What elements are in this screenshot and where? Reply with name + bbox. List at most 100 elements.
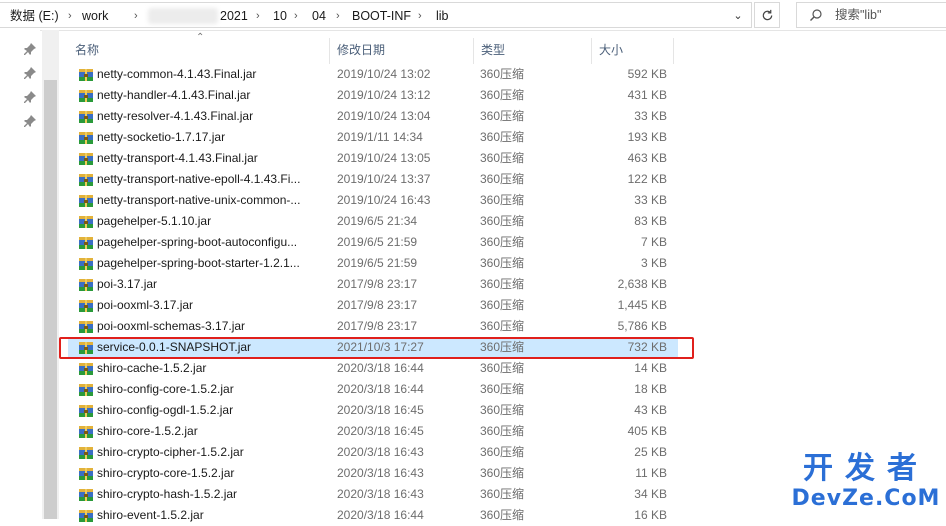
- file-size: 122 KB: [627, 172, 667, 186]
- search-input[interactable]: 搜索"lib": [796, 2, 946, 28]
- archive-file-icon: [79, 111, 93, 123]
- file-row[interactable]: netty-resolver-4.1.43.Final.jar 2019/10/2…: [68, 106, 678, 127]
- file-size: 43 KB: [634, 403, 667, 417]
- file-row[interactable]: service-0.0.1-SNAPSHOT.jar 2021/10/3 17:2…: [68, 337, 678, 358]
- navigation-pane: [0, 30, 40, 519]
- file-row[interactable]: shiro-config-core-1.5.2.jar 2020/3/18 16:…: [68, 379, 678, 400]
- file-date: 2019/6/5 21:59: [337, 235, 418, 249]
- file-row[interactable]: shiro-crypto-core-1.5.2.jar 2020/3/18 16:…: [68, 463, 678, 484]
- file-type: 360压缩: [480, 508, 525, 522]
- file-row[interactable]: netty-transport-native-epoll-4.1.43.Fi..…: [68, 169, 678, 190]
- file-row[interactable]: poi-ooxml-3.17.jar 2017/9/8 23:17 360压缩 1,4…: [68, 295, 678, 316]
- file-size: 11 KB: [635, 466, 667, 480]
- file-row[interactable]: shiro-core-1.5.2.jar 2020/3/18 16:45 360压缩…: [68, 421, 678, 442]
- file-type: 360压缩: [480, 214, 525, 228]
- file-row[interactable]: shiro-cache-1.5.2.jar 2020/3/18 16:44 360压…: [68, 358, 678, 379]
- crumb-separator[interactable]: ›: [256, 3, 260, 29]
- file-row[interactable]: poi-ooxml-schemas-3.17.jar 2017/9/8 23:17…: [68, 316, 678, 337]
- crumb-drive[interactable]: 数据 (E:): [10, 3, 59, 29]
- file-size: 34 KB: [634, 487, 667, 501]
- file-date: 2017/9/8 23:17: [337, 277, 418, 291]
- scrollbar-thumb[interactable]: [44, 80, 57, 519]
- file-name: netty-handler-4.1.43.Final.jar: [97, 88, 251, 102]
- file-name: netty-common-4.1.43.Final.jar: [97, 67, 257, 81]
- column-header-type[interactable]: 类型: [474, 38, 592, 64]
- file-row[interactable]: poi-3.17.jar 2017/9/8 23:17 360压缩 2,638 KB: [68, 274, 678, 295]
- crumb-work[interactable]: work: [82, 3, 108, 29]
- file-size: 7 KB: [640, 235, 667, 249]
- file-row[interactable]: shiro-crypto-cipher-1.5.2.jar 2020/3/18 1…: [68, 442, 678, 463]
- file-date: 2019/6/5 21:34: [337, 214, 418, 228]
- file-row[interactable]: netty-socketio-1.7.17.jar 2019/1/11 14:34…: [68, 127, 678, 148]
- crumb-separator[interactable]: ›: [68, 3, 72, 29]
- file-type: 360压缩: [480, 193, 525, 207]
- file-name: netty-resolver-4.1.43.Final.jar: [97, 109, 254, 123]
- file-name: shiro-core-1.5.2.jar: [97, 424, 198, 438]
- file-row[interactable]: pagehelper-spring-boot-starter-1.2.1... 2…: [68, 253, 678, 274]
- file-date: 2019/1/11 14:34: [337, 130, 423, 144]
- file-row[interactable]: shiro-event-1.5.2.jar 2020/3/18 16:44 360压…: [68, 505, 678, 526]
- crumb-separator[interactable]: ›: [336, 3, 340, 29]
- file-name: service-0.0.1-SNAPSHOT.jar: [97, 340, 252, 354]
- file-row[interactable]: shiro-crypto-hash-1.5.2.jar 2020/3/18 16:…: [68, 484, 678, 505]
- file-row[interactable]: netty-transport-4.1.43.Final.jar 2019/10/…: [68, 148, 678, 169]
- file-type: 360压缩: [480, 424, 525, 438]
- watermark-line1: 开发者: [803, 451, 929, 486]
- column-header-size[interactable]: 大小: [592, 38, 674, 64]
- pin-icon[interactable]: [23, 90, 37, 104]
- file-size: 2,638 KB: [617, 277, 667, 291]
- file-type: 360压缩: [480, 172, 525, 186]
- chevron-down-icon[interactable]: ⌄: [728, 3, 748, 29]
- file-row[interactable]: netty-transport-native-unix-common-... 20…: [68, 190, 678, 211]
- search-placeholder: 搜索"lib": [835, 8, 882, 22]
- crumb-separator[interactable]: ›: [418, 3, 422, 29]
- file-type: 360压缩: [480, 298, 525, 312]
- search-icon: [810, 9, 822, 21]
- crumb-04[interactable]: 04: [312, 3, 326, 29]
- file-size: 14 KB: [634, 361, 667, 375]
- file-row[interactable]: pagehelper-5.1.10.jar 2019/6/5 21:34 360压缩…: [68, 211, 678, 232]
- archive-file-icon: [79, 447, 93, 459]
- file-type: 360压缩: [480, 319, 525, 333]
- file-name: poi-ooxml-schemas-3.17.jar: [97, 319, 246, 333]
- column-header-date[interactable]: 修改日期: [330, 38, 474, 64]
- archive-file-icon: [79, 300, 93, 312]
- file-size: 25 KB: [634, 445, 667, 459]
- file-row[interactable]: shiro-config-ogdl-1.5.2.jar 2020/3/18 16:…: [68, 400, 678, 421]
- file-name: shiro-crypto-cipher-1.5.2.jar: [97, 445, 244, 459]
- pin-icon[interactable]: [23, 66, 37, 80]
- pin-icon[interactable]: [23, 114, 37, 128]
- archive-file-icon: [79, 195, 93, 207]
- refresh-button[interactable]: [754, 2, 780, 28]
- archive-file-icon: [79, 279, 93, 291]
- file-date: 2019/10/24 13:12: [337, 88, 431, 102]
- file-name: pagehelper-5.1.10.jar: [97, 214, 212, 228]
- refresh-icon: [762, 9, 772, 20]
- crumb-separator[interactable]: ›: [294, 3, 298, 29]
- file-name: poi-3.17.jar: [97, 277, 158, 291]
- crumb-separator[interactable]: ›: [134, 3, 138, 29]
- file-date: 2020/3/18 16:45: [337, 403, 424, 417]
- file-name: shiro-config-ogdl-1.5.2.jar: [97, 403, 234, 417]
- pin-icon[interactable]: [23, 42, 37, 56]
- crumb-2021[interactable]: 2021: [220, 3, 248, 29]
- file-type: 360压缩: [480, 382, 525, 396]
- file-type: 360压缩: [480, 88, 525, 102]
- file-row[interactable]: pagehelper-spring-boot-autoconfigu... 201…: [68, 232, 678, 253]
- file-date: 2021/10/3 17:27: [337, 340, 424, 354]
- file-row[interactable]: netty-handler-4.1.43.Final.jar 2019/10/24…: [68, 85, 678, 106]
- file-list: netty-common-4.1.43.Final.jar 2019/10/24 …: [68, 64, 678, 526]
- file-name: shiro-crypto-core-1.5.2.jar: [97, 466, 235, 480]
- file-type: 360压缩: [480, 235, 525, 249]
- archive-file-icon: [79, 90, 93, 102]
- file-row[interactable]: netty-common-4.1.43.Final.jar 2019/10/24 …: [68, 64, 678, 85]
- file-type: 360压缩: [480, 445, 525, 459]
- crumb-boot-inf[interactable]: BOOT-INF: [352, 3, 411, 29]
- crumb-lib[interactable]: lib: [436, 3, 449, 29]
- address-bar[interactable]: 数据 (E:) › work › 2021 › 10 › 04 › BOOT-I…: [0, 2, 752, 28]
- file-name: netty-transport-4.1.43.Final.jar: [97, 151, 258, 165]
- archive-file-icon: [79, 363, 93, 375]
- column-header-name[interactable]: 名称: [68, 38, 330, 64]
- crumb-10[interactable]: 10: [273, 3, 287, 29]
- file-type: 360压缩: [480, 151, 525, 165]
